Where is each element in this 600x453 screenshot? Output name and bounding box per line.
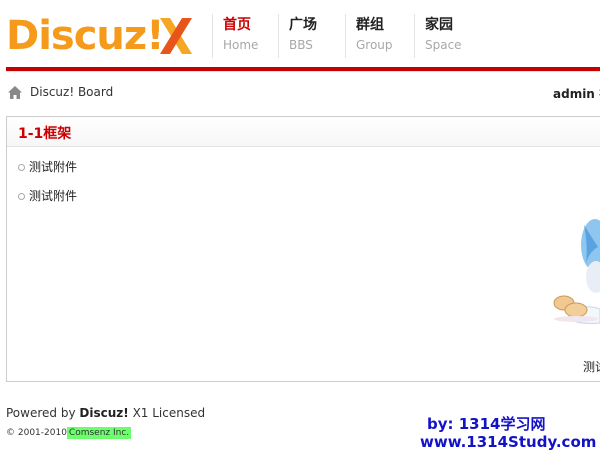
list-item-label: 测试附件 [29, 189, 78, 203]
nav-sublabel: Group [356, 38, 393, 52]
nav-sublabel: Home [223, 38, 259, 52]
watermark-byline: by: 1314学习网 [427, 415, 546, 433]
nav-item-group[interactable]: 群组 Group [345, 14, 393, 58]
nav-item-home[interactable]: 首页 Home [212, 14, 258, 58]
home-icon[interactable] [7, 85, 23, 100]
logo-text: Discuz! [6, 13, 164, 59]
header-divider-shadow [6, 71, 600, 72]
bullet-icon [18, 164, 25, 171]
nav-label: 家园 [425, 17, 453, 33]
copyright-text: © 2001-2010 [6, 428, 67, 438]
watermark-url: www.1314Study.com [420, 433, 597, 451]
nav-item-space[interactable]: 家园 Space [414, 14, 462, 58]
list-item[interactable]: 测试附件 [18, 158, 77, 175]
frame-block: 1-1框架 测试附件 测试附件 [6, 116, 600, 382]
powered-suffix: X1 Licensed [132, 406, 206, 420]
bullet-icon [18, 193, 25, 200]
image-caption: 测试 [583, 360, 600, 374]
site-logo[interactable]: Discuz! [6, 12, 192, 60]
powered-prefix: Powered by [6, 406, 76, 420]
nav-label: 首页 [223, 17, 251, 33]
nav-sublabel: Space [425, 38, 462, 52]
list-item[interactable]: 测试附件 [18, 187, 77, 204]
powered-brand-link[interactable]: Discuz! [79, 406, 128, 420]
company-link[interactable]: Comsenz Inc. [66, 427, 132, 439]
nav-item-bbs[interactable]: 广场 BBS [278, 14, 317, 58]
footer-copyright: © 2001-2010 Comsenz Inc. [6, 427, 132, 439]
footer-powered: Powered by Discuz! X1 Licensed [6, 406, 205, 420]
list-item-label: 测试附件 [29, 160, 78, 174]
logo-x-icon [160, 18, 192, 54]
nav-label: 群组 [356, 17, 384, 33]
user-info: admin 在 [553, 85, 600, 102]
frame-header [7, 117, 600, 147]
character-image[interactable] [540, 215, 600, 325]
breadcrumb[interactable]: Discuz! Board [30, 85, 113, 99]
nav-sublabel: BBS [289, 38, 313, 52]
nav-label: 广场 [289, 17, 317, 33]
username-link[interactable]: admin [553, 87, 595, 101]
frame-title: 1-1框架 [18, 126, 72, 142]
